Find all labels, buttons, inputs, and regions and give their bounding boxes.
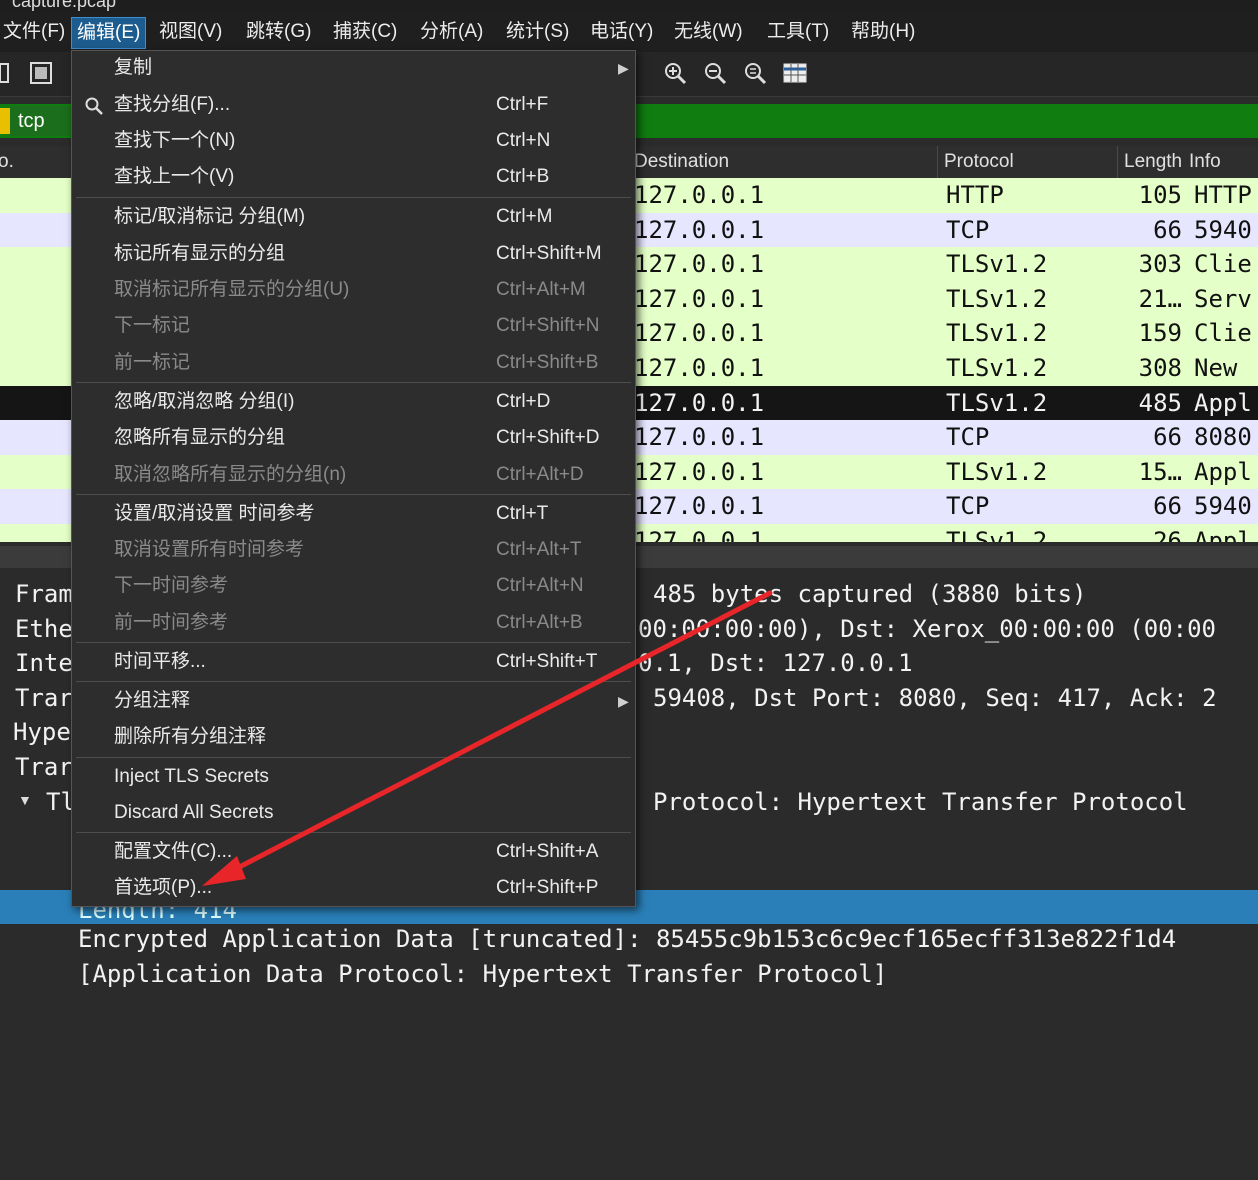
annotation-arrow: [202, 590, 773, 886]
